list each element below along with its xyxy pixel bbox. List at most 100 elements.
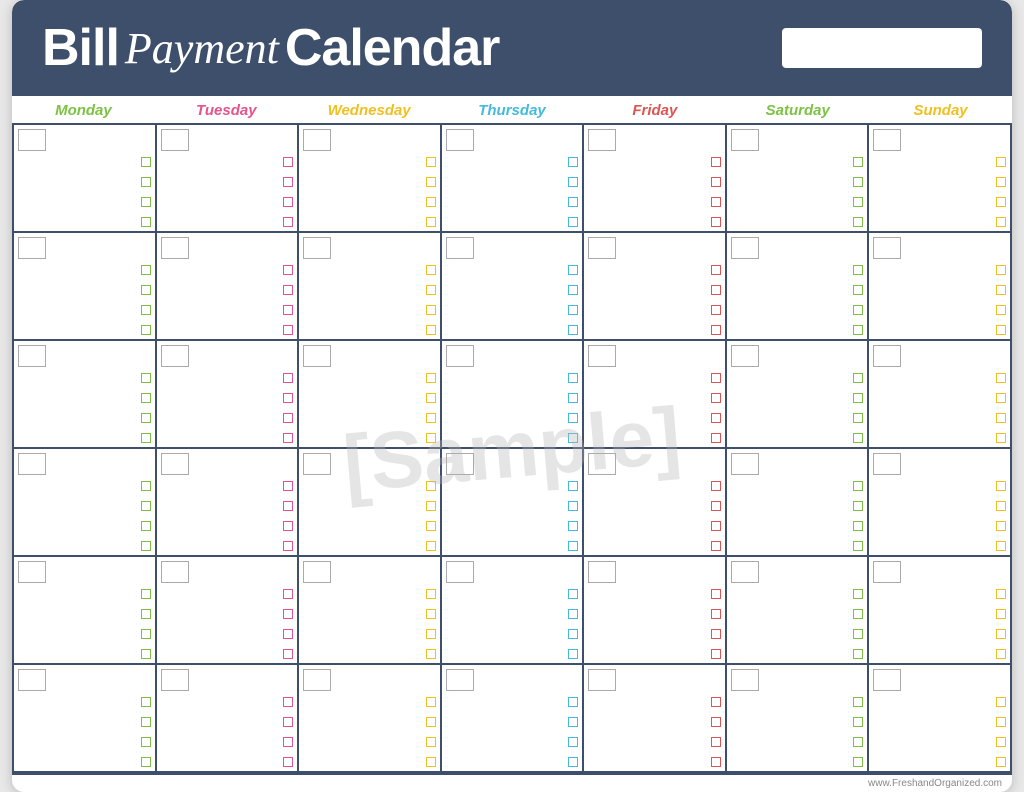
checkbox[interactable] [283,197,293,207]
checkbox[interactable] [996,285,1006,295]
checkbox[interactable] [996,521,1006,531]
checkbox[interactable] [568,757,578,767]
checkbox[interactable] [141,305,151,315]
checkbox[interactable] [853,629,863,639]
checkbox[interactable] [283,393,293,403]
checkbox[interactable] [568,177,578,187]
checkbox[interactable] [283,177,293,187]
checkbox[interactable] [711,157,721,167]
checkbox[interactable] [283,521,293,531]
checkbox[interactable] [853,649,863,659]
checkbox[interactable] [141,521,151,531]
checkbox[interactable] [568,217,578,227]
checkbox[interactable] [141,285,151,295]
checkbox[interactable] [996,413,1006,423]
checkbox[interactable] [426,393,436,403]
checkbox[interactable] [426,433,436,443]
checkbox[interactable] [141,737,151,747]
checkbox[interactable] [996,157,1006,167]
checkbox[interactable] [853,609,863,619]
checkbox[interactable] [283,433,293,443]
checkbox[interactable] [853,393,863,403]
checkbox[interactable] [996,649,1006,659]
checkbox[interactable] [568,609,578,619]
checkbox[interactable] [283,649,293,659]
checkbox[interactable] [141,373,151,383]
checkbox[interactable] [996,737,1006,747]
checkbox[interactable] [141,197,151,207]
checkbox[interactable] [426,373,436,383]
checkbox[interactable] [711,697,721,707]
checkbox[interactable] [568,481,578,491]
checkbox[interactable] [853,757,863,767]
checkbox[interactable] [853,433,863,443]
checkbox[interactable] [996,697,1006,707]
checkbox[interactable] [853,481,863,491]
checkbox[interactable] [853,265,863,275]
checkbox[interactable] [996,481,1006,491]
checkbox[interactable] [283,541,293,551]
checkbox[interactable] [283,629,293,639]
checkbox[interactable] [568,589,578,599]
checkbox[interactable] [996,217,1006,227]
checkbox[interactable] [853,737,863,747]
checkbox[interactable] [996,589,1006,599]
checkbox[interactable] [568,697,578,707]
checkbox[interactable] [283,609,293,619]
checkbox[interactable] [568,413,578,423]
checkbox[interactable] [711,325,721,335]
checkbox[interactable] [283,265,293,275]
checkbox[interactable] [426,541,436,551]
checkbox[interactable] [426,265,436,275]
checkbox[interactable] [711,413,721,423]
checkbox[interactable] [283,413,293,423]
checkbox[interactable] [568,433,578,443]
checkbox[interactable] [568,629,578,639]
checkbox[interactable] [568,501,578,511]
checkbox[interactable] [711,217,721,227]
checkbox[interactable] [853,373,863,383]
checkbox[interactable] [853,521,863,531]
checkbox[interactable] [996,717,1006,727]
checkbox[interactable] [853,285,863,295]
checkbox[interactable] [711,521,721,531]
checkbox[interactable] [426,501,436,511]
checkbox[interactable] [853,501,863,511]
checkbox[interactable] [711,737,721,747]
checkbox[interactable] [426,609,436,619]
checkbox[interactable] [141,265,151,275]
checkbox[interactable] [711,177,721,187]
checkbox[interactable] [853,305,863,315]
checkbox[interactable] [568,541,578,551]
checkbox[interactable] [426,157,436,167]
checkbox[interactable] [568,325,578,335]
checkbox[interactable] [996,325,1006,335]
checkbox[interactable] [711,265,721,275]
checkbox[interactable] [568,393,578,403]
checkbox[interactable] [996,629,1006,639]
checkbox[interactable] [141,757,151,767]
checkbox[interactable] [568,285,578,295]
checkbox[interactable] [568,305,578,315]
checkbox[interactable] [141,393,151,403]
checkbox[interactable] [996,501,1006,511]
checkbox[interactable] [283,373,293,383]
checkbox[interactable] [426,217,436,227]
checkbox[interactable] [141,177,151,187]
checkbox[interactable] [426,285,436,295]
checkbox[interactable] [568,373,578,383]
checkbox[interactable] [426,413,436,423]
checkbox[interactable] [568,737,578,747]
checkbox[interactable] [426,757,436,767]
checkbox[interactable] [141,649,151,659]
checkbox[interactable] [283,481,293,491]
checkbox[interactable] [283,157,293,167]
checkbox[interactable] [426,649,436,659]
checkbox[interactable] [283,737,293,747]
checkbox[interactable] [568,717,578,727]
checkbox[interactable] [283,757,293,767]
checkbox[interactable] [711,609,721,619]
checkbox[interactable] [283,285,293,295]
checkbox[interactable] [996,373,1006,383]
checkbox[interactable] [568,649,578,659]
